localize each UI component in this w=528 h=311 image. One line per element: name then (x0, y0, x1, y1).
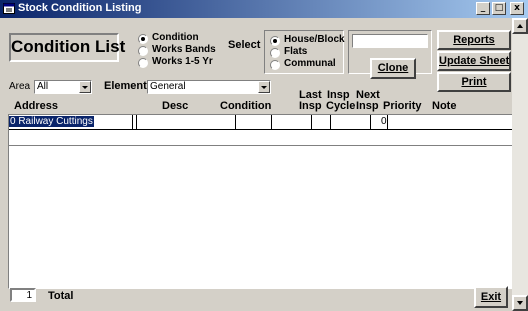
area-combo[interactable]: All (34, 80, 92, 94)
scroll-up-button[interactable] (512, 18, 528, 34)
page-title: Condition List (9, 33, 125, 62)
element-dropdown-button[interactable] (258, 81, 270, 93)
print-button[interactable]: Print (437, 72, 511, 92)
radio-condition-label: Condition (152, 32, 199, 43)
exit-button[interactable]: Exit (474, 286, 508, 308)
area-dropdown-button[interactable] (79, 81, 91, 93)
cell-address[interactable]: 0 Railway Cuttings (9, 116, 94, 127)
radio-flats-label: Flats (284, 46, 308, 57)
column-header-note: Note (432, 100, 457, 112)
column-header-next-insp-line2: Insp (356, 100, 379, 112)
scroll-down-button[interactable] (512, 295, 528, 311)
column-divider (271, 115, 272, 130)
column-header-condition: Condition (220, 100, 272, 112)
arrow-up-icon (517, 24, 523, 28)
clone-input[interactable] (352, 34, 428, 48)
column-header-last-insp-line2: Insp (299, 100, 322, 112)
window-title: Stock Condition Listing (18, 2, 142, 14)
radio-works-bands[interactable] (138, 46, 148, 56)
clone-button[interactable]: Clone (370, 58, 416, 79)
column-divider (370, 115, 371, 130)
radio-works-1-5-yr[interactable] (138, 58, 148, 68)
radio-house-block[interactable] (270, 36, 280, 46)
record-count-box: 1 (10, 288, 36, 302)
radio-works-1-5-yr-label: Works 1-5 Yr (152, 56, 213, 67)
reports-button[interactable]: Reports (437, 30, 511, 50)
form-body: Condition List Condition Works Bands Wor… (0, 18, 516, 311)
arrow-down-icon (517, 301, 523, 305)
column-header-desc: Desc (162, 100, 189, 112)
chevron-down-icon (261, 86, 267, 89)
chevron-down-icon (82, 86, 88, 89)
column-divider (132, 115, 133, 130)
restore-button[interactable]: □ (492, 2, 506, 15)
element-label: Element (104, 80, 147, 92)
new-record-row[interactable] (9, 131, 515, 146)
record-count: 1 (26, 290, 32, 301)
column-header-address: Address (14, 100, 59, 112)
minimize-button[interactable]: _ (476, 2, 490, 15)
column-header-priority: Priority (383, 100, 422, 112)
form-icon (3, 3, 15, 14)
radio-flats[interactable] (270, 48, 280, 58)
table-row[interactable]: 0 Railway Cuttings 0 (9, 115, 515, 130)
list-type-group: Condition Works Bands Works 1-5 Yr (132, 30, 216, 70)
select-label: Select (228, 39, 261, 51)
data-grid[interactable]: 0 Railway Cuttings 0 (8, 114, 516, 289)
radio-condition[interactable] (138, 34, 148, 44)
close-button[interactable]: x (510, 2, 524, 15)
column-divider (235, 115, 236, 130)
column-header-insp-cycle-line2: Cycle (326, 100, 356, 112)
title-bar: Stock Condition Listing _ □ x (0, 0, 528, 18)
element-value: General (150, 81, 186, 92)
radio-house-block-label: House/Block (284, 34, 345, 45)
radio-communal[interactable] (270, 60, 280, 70)
vertical-scrollbar[interactable] (512, 18, 528, 311)
element-combo[interactable]: General (147, 80, 271, 94)
radio-communal-label: Communal (284, 58, 336, 69)
update-sheet-button[interactable]: Update Sheet (437, 51, 511, 71)
area-label: Area (9, 81, 31, 92)
column-divider (136, 115, 137, 130)
column-divider (311, 115, 312, 130)
cell-priority[interactable]: 0 (381, 116, 387, 127)
column-divider (387, 115, 388, 130)
total-label: Total (48, 290, 74, 302)
column-divider (330, 115, 331, 130)
area-value: All (37, 81, 49, 92)
radio-works-bands-label: Works Bands (152, 44, 216, 55)
select-group: House/Block Flats Communal (264, 30, 345, 74)
